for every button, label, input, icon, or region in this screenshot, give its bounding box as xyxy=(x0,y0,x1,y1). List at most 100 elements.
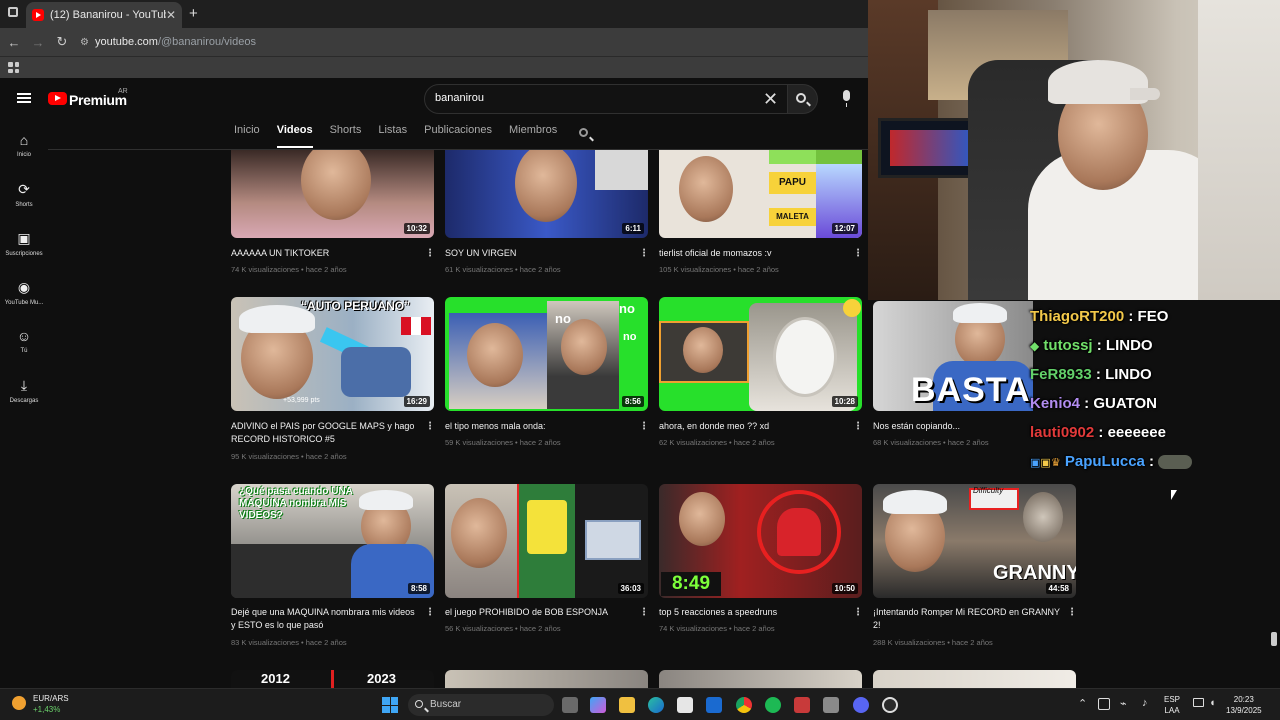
voice-search-icon[interactable] xyxy=(834,86,860,112)
video-title[interactable]: Nos están copiando... xyxy=(873,420,1023,433)
keyboard-language[interactable]: ESP LAA xyxy=(1164,694,1180,716)
badge-icon: ▣ xyxy=(1030,457,1041,469)
video-menu-icon[interactable]: ⋮ xyxy=(425,607,435,618)
tray-network-icon[interactable]: ⌁ xyxy=(1120,697,1127,710)
tray-chevron-icon[interactable]: ⌃ xyxy=(1078,697,1087,710)
video-title[interactable]: SOY UN VIRGEN xyxy=(445,247,635,260)
forward-icon[interactable]: → xyxy=(26,35,50,50)
video-thumbnail[interactable]: PAPU MALETA 12:07 xyxy=(659,150,862,238)
taskbar-search[interactable]: Buscar xyxy=(408,694,554,716)
discord-icon[interactable] xyxy=(853,697,869,713)
reload-icon[interactable]: ↻ xyxy=(50,34,74,50)
video-thumbnail[interactable]: ¿Qué pasa cuando UNA MAQUINA nombra MIS … xyxy=(231,484,434,598)
video-thumbnail[interactable] xyxy=(659,670,862,688)
tray-app-icon[interactable] xyxy=(1098,698,1110,710)
clear-search-icon[interactable]: ✕ xyxy=(763,89,778,110)
video-menu-icon[interactable]: ⋮ xyxy=(639,421,649,432)
video-title[interactable]: ADIVINO el PAIS por GOOGLE MAPS y hago R… xyxy=(231,420,421,446)
tray-volume-icon[interactable]: ◖ xyxy=(1209,697,1216,709)
apps-grid-icon[interactable] xyxy=(8,62,19,73)
video-meta: 68 K visualizaciones • hace 2 años xyxy=(873,438,989,447)
url-field[interactable]: youtube.com/@bananirou/videos xyxy=(95,36,256,48)
tray-display-icon[interactable] xyxy=(1193,698,1204,707)
video-thumbnail[interactable] xyxy=(445,670,648,688)
video-thumbnail[interactable]: 36:03 xyxy=(445,484,648,598)
video-thumbnail[interactable]: no no no 8:56 xyxy=(445,297,648,411)
guide-item-youtube-music[interactable]: ◉ YouTube Mu... xyxy=(0,279,48,306)
file-explorer-icon[interactable] xyxy=(619,697,635,713)
guide-item-shorts[interactable]: ⟳ Shorts xyxy=(0,181,48,208)
video-menu-icon[interactable]: ⋮ xyxy=(425,421,435,432)
video-title[interactable]: top 5 reacciones a speedruns xyxy=(659,606,849,619)
video-menu-icon[interactable]: ⋮ xyxy=(639,248,649,259)
guide-label: Suscripciones xyxy=(5,251,43,257)
video-menu-icon[interactable]: ⋮ xyxy=(425,248,435,259)
video-title[interactable]: AAAAAA UN TIKTOKER xyxy=(231,247,421,260)
video-title[interactable]: tierlist oficial de momazos :v xyxy=(659,247,849,260)
game-app-icon[interactable] xyxy=(823,697,839,713)
video-thumbnail[interactable]: 10:32 xyxy=(231,150,434,238)
scrollbar-thumb[interactable] xyxy=(1271,632,1277,646)
hamburger-menu-icon[interactable] xyxy=(17,93,31,103)
video-thumbnail[interactable]: “AUTO PERUANO” +53,999 pts 16:29 xyxy=(231,297,434,411)
video-title[interactable]: ahora, en donde meo ?? xd xyxy=(659,420,849,433)
video-title[interactable]: ¡Intentando Romper Mi RECORD en GRANNY 2… xyxy=(873,606,1063,632)
site-info-icon[interactable]: ⚙ xyxy=(80,37,89,48)
tab-search-icon[interactable] xyxy=(8,7,18,17)
video-menu-icon[interactable]: ⋮ xyxy=(853,607,863,618)
tab-miembros[interactable]: Miembros xyxy=(509,124,557,148)
chrome-icon[interactable] xyxy=(736,697,752,713)
currency-pair: EUR/ARS xyxy=(33,694,69,703)
tab-listas[interactable]: Listas xyxy=(378,124,407,148)
video-overlay-text: 2012 xyxy=(261,671,290,686)
media-app-icon[interactable] xyxy=(794,697,810,713)
browser-tab[interactable]: (12) Bananirou - YouTube ✕ xyxy=(26,2,182,28)
video-thumbnail[interactable]: 2012 2023 xyxy=(231,670,434,688)
video-menu-icon[interactable]: ⋮ xyxy=(853,248,863,259)
obs-icon[interactable] xyxy=(882,697,898,713)
search-query: bananirou xyxy=(435,92,484,104)
video-thumbnail[interactable]: BASTA xyxy=(873,301,1033,411)
chat-text: eeeeeee xyxy=(1107,424,1166,441)
search-input[interactable]: bananirou ✕ xyxy=(424,84,788,114)
video-thumbnail[interactable]: Difficulty GRANNY 44:58 xyxy=(873,484,1076,598)
guide-item-inicio[interactable]: ⌂ Inicio xyxy=(0,132,48,158)
outlook-icon[interactable] xyxy=(706,697,722,713)
start-button[interactable] xyxy=(382,697,398,713)
tab-publicaciones[interactable]: Publicaciones xyxy=(424,124,492,148)
video-duration: 8:56 xyxy=(621,396,644,407)
new-tab-icon[interactable]: + xyxy=(189,5,198,22)
chat-message: ◆ tutossj : LINDO xyxy=(1030,337,1153,354)
tab-inicio[interactable]: Inicio xyxy=(234,124,260,148)
tab-videos[interactable]: Videos xyxy=(276,124,313,148)
edge-icon[interactable] xyxy=(648,697,664,713)
video-thumbnail[interactable]: 6:11 xyxy=(445,150,648,238)
video-thumbnail[interactable]: 10:28 xyxy=(659,297,862,411)
video-title[interactable]: el tipo menos mala onda: xyxy=(445,420,635,433)
video-title[interactable]: el juego PROHIBIDO de BOB ESPONJA xyxy=(445,606,635,619)
guide-item-descargas[interactable]: ⤓ Descargas xyxy=(0,377,48,404)
video-thumbnail[interactable] xyxy=(873,670,1076,688)
back-icon[interactable]: ← xyxy=(2,35,26,50)
video-menu-icon[interactable]: ⋮ xyxy=(639,607,649,618)
guide-item-suscripciones[interactable]: ▣ Suscripciones xyxy=(0,230,48,257)
close-tab-icon[interactable]: ✕ xyxy=(166,8,176,22)
youtube-logo-icon[interactable] xyxy=(48,92,67,105)
search-icon xyxy=(796,93,806,103)
store-icon[interactable] xyxy=(677,697,693,713)
tray-mic-icon[interactable]: ♪ xyxy=(1142,697,1148,709)
guide-item-tu[interactable]: ☺ Tú xyxy=(0,328,48,354)
chat-text: FEO xyxy=(1137,308,1169,325)
copilot-icon[interactable] xyxy=(590,697,606,713)
search-button[interactable] xyxy=(788,84,818,114)
video-menu-icon[interactable]: ⋮ xyxy=(853,421,863,432)
system-clock[interactable]: 20:23 13/9/2025 xyxy=(1226,694,1262,716)
video-duration: 10:28 xyxy=(831,396,858,407)
video-thumbnail[interactable]: 8:49 10:50 xyxy=(659,484,862,598)
video-meta: 56 K visualizaciones • hace 2 años xyxy=(445,624,561,633)
spotify-icon[interactable] xyxy=(765,697,781,713)
video-title[interactable]: Dejé que una MAQUINA nombrara mis videos… xyxy=(231,606,421,632)
video-menu-icon[interactable]: ⋮ xyxy=(1067,607,1077,618)
tab-shorts[interactable]: Shorts xyxy=(330,124,362,148)
task-view-icon[interactable] xyxy=(562,697,578,713)
